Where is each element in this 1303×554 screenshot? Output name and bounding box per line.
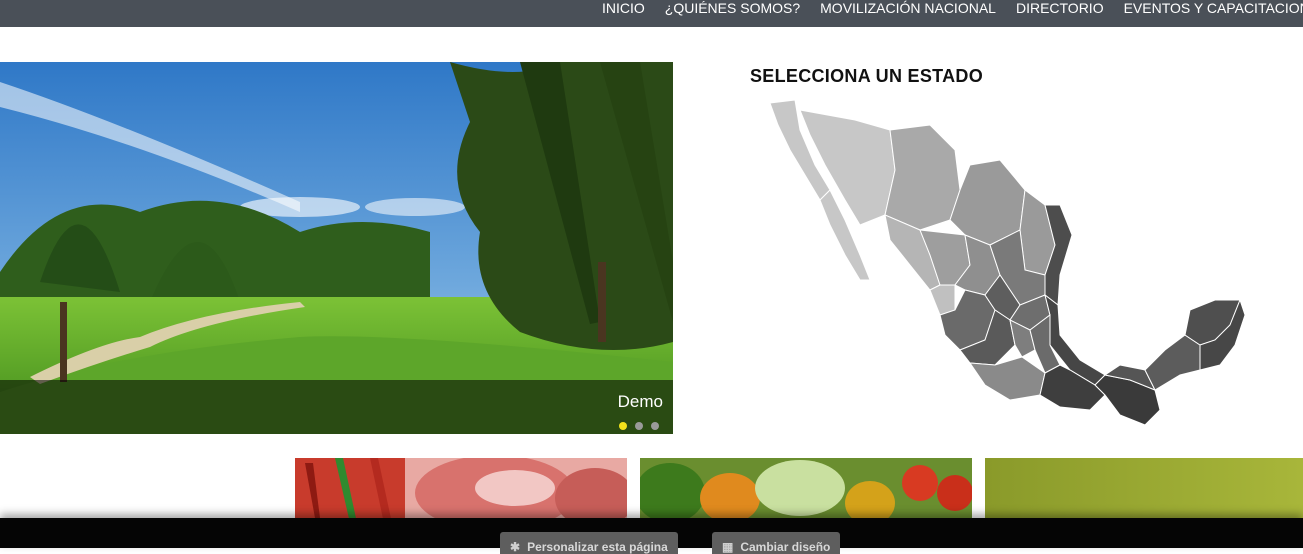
top-navigation: INICIO ¿QUIÉNES SOMOS? MOVILIZACIÓN NACI… — [0, 0, 1303, 27]
state-coahuila[interactable] — [949, 159, 1026, 246]
slide-image-golf-course — [0, 62, 673, 434]
mexico-states-map[interactable] — [760, 95, 1260, 435]
customize-page-button[interactable]: ✱ Personalizar esta página — [500, 532, 678, 554]
image-slider[interactable]: Demo — [0, 62, 673, 434]
state-campeche[interactable] — [1144, 334, 1201, 391]
slide-caption: Demo — [617, 392, 663, 411]
nav-item-directorio[interactable]: DIRECTORIO — [1016, 0, 1104, 16]
nav-item-movilizacion-nacional[interactable]: MOVILIZACIÓN NACIONAL — [820, 0, 996, 16]
slide-caption-bar: Demo — [0, 380, 673, 434]
map-title: SELECCIONA UN ESTADO — [750, 66, 984, 86]
customize-page-label: Personalizar esta página — [527, 540, 668, 554]
slide-pager — [619, 422, 659, 430]
nav-item-quienes-somos[interactable]: ¿QUIÉNES SOMOS? — [665, 0, 800, 16]
slide-dot-1[interactable] — [619, 422, 627, 430]
change-layout-button[interactable]: ▦ Cambiar diseño — [712, 532, 841, 554]
layout-icon: ▦ — [722, 540, 734, 554]
gear-icon: ✱ — [510, 540, 521, 554]
customization-bar: ✱ Personalizar esta página ▦ Cambiar diseñ… — [0, 518, 1303, 554]
slide-dot-2[interactable] — [635, 422, 643, 430]
state-nayarit[interactable] — [929, 284, 956, 316]
change-layout-label: Cambiar diseño — [740, 540, 831, 554]
slide-dot-3[interactable] — [651, 422, 659, 430]
nav-item-inicio[interactable]: INICIO — [602, 0, 645, 16]
nav-item-eventos[interactable]: EVENTOS Y CAPACITACIONES — [1124, 0, 1303, 16]
state-chihuahua[interactable] — [884, 124, 961, 231]
state-guerrero[interactable] — [968, 356, 1046, 401]
